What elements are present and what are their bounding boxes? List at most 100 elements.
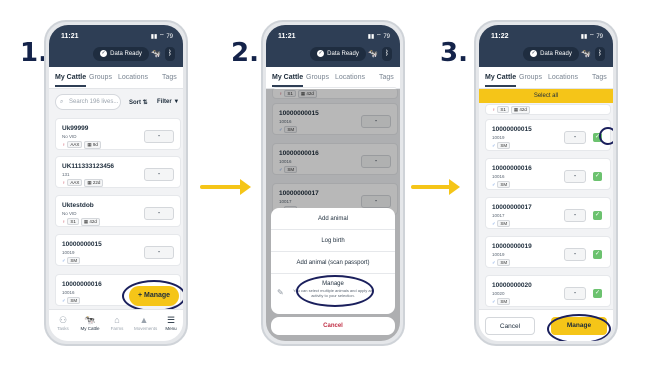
nav-movements[interactable]: ▲ Movements (134, 315, 157, 331)
animal-card[interactable]: 10000000016 10016 ♂ SM - ✓ (485, 158, 611, 190)
animal-card[interactable]: 10000000017 10017 ♂ SM - ✓ (485, 197, 611, 229)
animal-meta: ♂SM (62, 257, 81, 264)
male-icon: ♂ (492, 182, 496, 187)
tab-locations[interactable]: Locations (118, 74, 148, 81)
quick-action-button[interactable]: - (564, 170, 586, 183)
quick-action-button[interactable]: - (144, 130, 174, 143)
status-time: 11:21 (61, 33, 79, 40)
select-all-button[interactable]: Select all (479, 89, 613, 103)
animal-meta: ♀ S1 ▦ 42d (492, 106, 530, 114)
quick-action-button[interactable]: - (564, 248, 586, 261)
animal-tag-number: 10000000015 (492, 126, 532, 133)
data-ready-badge[interactable]: ✓ Data Ready (310, 47, 366, 61)
bottom-nav: ⚇ Tasks 🐄 My Cattle ⌂ Farms ▲ Movements ☰ Men… (49, 309, 183, 341)
animal-meta: ♂SM (492, 220, 511, 227)
quick-action-button[interactable]: - (564, 209, 586, 222)
tab-locations[interactable]: Locations (548, 74, 578, 81)
data-ready-badge[interactable]: ✓ Data Ready (93, 47, 149, 61)
animal-card[interactable]: Uk99999 No VID ♀ AAX ▦ 9d - (55, 118, 181, 150)
barn-icon: ⌂ (114, 315, 120, 325)
nav-farms[interactable]: ⌂ Farms (107, 315, 127, 331)
selected-checkbox[interactable]: ✓ (593, 250, 602, 259)
tab-tags[interactable]: Tags (162, 74, 177, 81)
highlight-ring (122, 280, 183, 312)
highlight-ring (599, 127, 613, 145)
male-icon: ♂ (492, 260, 496, 265)
quick-action-button[interactable]: - (564, 287, 586, 300)
calendar-icon: ▦ (87, 142, 92, 147)
cancel-button[interactable]: Cancel (485, 317, 535, 335)
nav-menu[interactable]: ☰ Menu (161, 315, 181, 331)
animal-meta: ♀ AAX ▦ 9d (62, 141, 101, 149)
cow-icon[interactable]: 🐄 (368, 49, 378, 58)
bluetooth-icon[interactable]: ᛒ (595, 47, 605, 61)
filter-button[interactable]: Filter ▼ (157, 99, 179, 105)
add-animal-option[interactable]: Add animal (271, 208, 395, 230)
quick-action-button[interactable]: - (144, 207, 174, 220)
animal-vid: 10019 (492, 135, 505, 140)
pencil-icon: ✎ (277, 288, 284, 297)
data-ready-badge[interactable]: ✓ Data Ready (523, 47, 579, 61)
tab-locations[interactable]: Locations (335, 74, 365, 81)
animal-card[interactable]: 10000000020 10020 ♂ SM - ✓ (485, 275, 611, 307)
animal-card[interactable]: UK111333123456 131 ♀ AAX ▦ 22d - (55, 156, 181, 188)
animal-card[interactable]: Uktestdob No VID ♀ S1 ▦ 42d - (55, 195, 181, 227)
highlight-ring (296, 275, 374, 307)
cow-icon: 🐄 (84, 315, 96, 325)
menu-icon: ☰ (166, 315, 176, 325)
quick-action-button[interactable]: - (144, 168, 174, 181)
tab-my-cattle[interactable]: My Cattle (272, 74, 304, 87)
animal-vid: 10019 (492, 252, 505, 257)
toolbar: ⌕ Search 196 lives... Sort ⇅ Filter ▼ (49, 90, 183, 116)
animal-meta: ♀ AAX ▦ 22d (62, 179, 104, 187)
animal-tag-number: 10000000017 (492, 204, 532, 211)
animal-card[interactable]: 10000000019 10019 ♂ SM - ✓ (485, 236, 611, 268)
quick-action-button[interactable]: - (144, 246, 174, 259)
log-birth-option[interactable]: Log birth (271, 230, 395, 252)
male-icon: ♂ (492, 299, 496, 304)
cancel-button[interactable]: Cancel (271, 317, 395, 335)
age-badge: ▦ 42d (80, 218, 100, 226)
phone-screen-2: 11:21 ▮▮ ⌔ 79 ✓ Data Ready 🐄 ᛒ My Cattle … (261, 20, 405, 346)
animal-tag-number: Uktestdob (62, 202, 94, 209)
add-animal-scan-option[interactable]: Add animal (scan passport) (271, 252, 395, 274)
animal-vid: No VID (62, 134, 77, 139)
animal-vid: 10017 (492, 213, 505, 218)
animal-meta: ♂SM (62, 297, 81, 304)
cow-icon[interactable]: 🐄 (581, 49, 591, 58)
tab-groups[interactable]: Groups (519, 74, 542, 81)
movement-icon: ▲ (139, 315, 149, 325)
selected-checkbox[interactable]: ✓ (593, 211, 602, 220)
sort-button[interactable]: Sort ⇅ (129, 99, 148, 106)
animal-card[interactable]: 10000000015 10019 ♂ SM - ✓ (485, 119, 611, 151)
selected-checkbox[interactable]: ✓ (593, 289, 602, 298)
check-icon: ✓ (317, 49, 325, 57)
tab-tags[interactable]: Tags (379, 74, 394, 81)
tab-bar: My Cattle Groups Locations Tags (479, 67, 613, 89)
phone-screen-3: 11:22 ▮▮ ⌔ 79 ✓ Data Ready 🐄 ᛒ My Cattle … (474, 20, 618, 346)
tab-groups[interactable]: Groups (89, 74, 112, 81)
selected-checkbox[interactable]: ✓ (593, 172, 602, 181)
nav-tasks[interactable]: ⚇ Tasks (53, 315, 73, 331)
animal-meta: ♂SM (492, 142, 511, 149)
tab-my-cattle[interactable]: My Cattle (485, 74, 517, 87)
top-bar: 11:22 ▮▮ ⌔ 79 ✓ Data Ready 🐄 ᛒ (479, 25, 613, 67)
nav-my-cattle[interactable]: 🐄 My Cattle (80, 315, 100, 331)
tab-my-cattle[interactable]: My Cattle (55, 74, 87, 87)
quick-action-button[interactable]: - (564, 131, 586, 144)
search-input[interactable]: ⌕ Search 196 lives... (55, 94, 121, 110)
highlight-ring (547, 314, 611, 341)
female-icon: ♀ (492, 107, 496, 112)
animal-tag-number: 10000000016 (492, 165, 532, 172)
tab-tags[interactable]: Tags (592, 74, 607, 81)
animal-meta: ♂SM (492, 181, 511, 188)
tab-bar: My Cattle Groups Locations Tags (49, 67, 183, 89)
bluetooth-icon[interactable]: ᛒ (382, 47, 392, 61)
animal-card[interactable]: 10000000015 10019 ♂ SM - (55, 234, 181, 266)
cow-icon[interactable]: 🐄 (151, 49, 161, 58)
bluetooth-icon[interactable]: ᛒ (165, 47, 175, 61)
animal-vid: 10016 (492, 174, 505, 179)
tab-groups[interactable]: Groups (306, 74, 329, 81)
animal-meta: ♀ S1 ▦ 42d (62, 218, 100, 226)
calendar-icon: ▦ (83, 219, 89, 224)
